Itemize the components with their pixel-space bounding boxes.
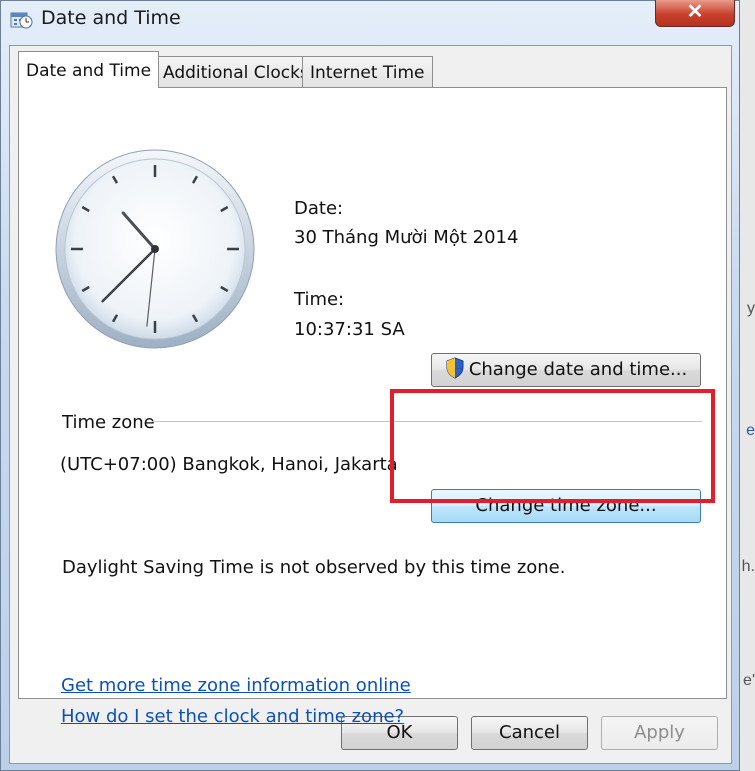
how-to-set-clock-link[interactable]: How do I set the clock and time zone? — [61, 706, 404, 727]
analog-clock-icon — [55, 149, 255, 349]
date-and-time-dialog: Date and Time ✕ Date and Time Additional… — [0, 0, 740, 771]
background-text: e — [746, 422, 755, 439]
time-zone-section-label: Time zone — [62, 412, 155, 433]
time-label: Time: — [294, 289, 345, 310]
tab-date-and-time[interactable]: Date and Time — [18, 51, 160, 88]
background-text: e' — [743, 672, 755, 689]
window-title: Date and Time — [41, 7, 181, 29]
dst-note: Daylight Saving Time is not observed by … — [62, 557, 566, 578]
uac-shield-icon — [446, 357, 464, 379]
date-time-app-icon — [10, 12, 33, 29]
cancel-button[interactable]: Cancel — [471, 716, 588, 750]
title-bar[interactable]: Date and Time ✕ — [1, 0, 739, 37]
highlight-annotation-box — [390, 389, 715, 503]
time-value: 10:37:31 SA — [294, 319, 405, 340]
apply-button[interactable]: Apply — [601, 716, 718, 750]
more-time-zone-info-link[interactable]: Get more time zone information online — [61, 675, 411, 696]
tab-internet-time[interactable]: Internet Time — [302, 56, 433, 87]
time-zone-value: (UTC+07:00) Bangkok, Hanoi, Jakarta — [60, 454, 398, 475]
date-label: Date: — [294, 198, 344, 219]
change-date-and-time-label: Change date and time... — [468, 359, 688, 380]
change-date-and-time-button[interactable]: Change date and time... — [431, 353, 701, 387]
close-button[interactable]: ✕ — [655, 0, 735, 27]
background-text: h. — [741, 558, 755, 575]
tab-additional-clocks[interactable]: Additional Clocks — [155, 56, 317, 87]
date-value: 30 Tháng Mười Một 2014 — [294, 227, 519, 248]
background-text: y — [747, 300, 755, 317]
